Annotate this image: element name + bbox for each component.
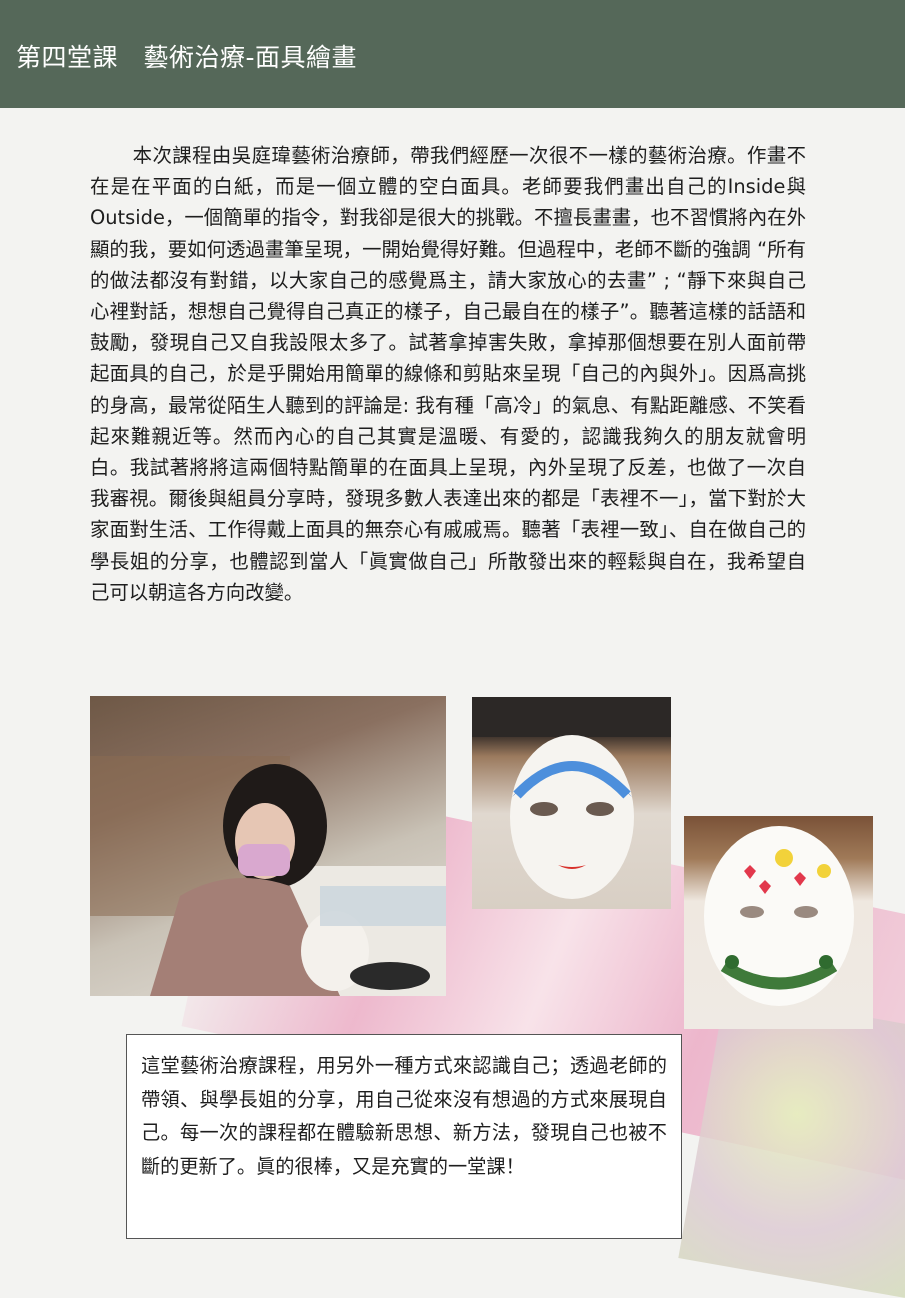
- blue-mask-illustration: [472, 697, 671, 899]
- page-title: 第四堂課 藝術治療-面具繪畫: [16, 43, 358, 72]
- summary-box: 這堂藝術治療課程，用另外一種方式來認識自己；透過老師的帶領、與學長姐的分享，用自…: [126, 1034, 682, 1239]
- student-drawing-photo: [90, 696, 446, 996]
- page-header: 第四堂課 藝術治療-面具繪畫: [0, 0, 905, 108]
- student-illustration: [90, 756, 446, 996]
- hearts-mask-illustration: [704, 826, 854, 1006]
- blue-mask-photo: [472, 697, 671, 909]
- article-paragraph: 本次課程由吳庭瑋藝術治療師，帶我們經歷一次很不一樣的藝術治療。作畫不在是在平面的…: [90, 144, 806, 604]
- hearts-mask-photo: [684, 816, 873, 1029]
